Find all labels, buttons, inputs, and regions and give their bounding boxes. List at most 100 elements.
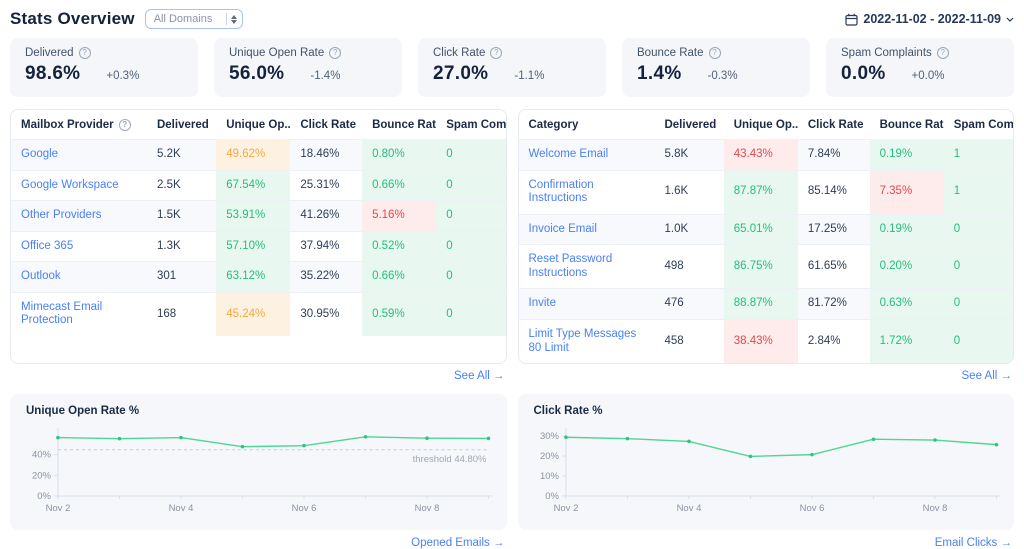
cell-value: 168 <box>147 292 216 336</box>
mailbox-provider-panel: Mailbox Provider?DeliveredUnique Op...Cl… <box>10 109 507 384</box>
svg-text:30%: 30% <box>539 431 559 442</box>
table-row: Office 3651.3K57.10%37.94%0.52%0 <box>11 231 506 262</box>
cell-value: 2.5K <box>147 170 216 201</box>
cell-value: 0 <box>944 245 1013 289</box>
stat-card-unique-open-rate: Unique Open Rate? 56.0%-1.4% <box>214 38 402 97</box>
cell-value: 88.87% <box>724 289 798 320</box>
stat-delta: +0.3% <box>106 70 139 82</box>
cell-value: 0.66% <box>362 170 436 201</box>
svg-text:Nov 8: Nov 8 <box>415 503 440 514</box>
column-header-1: Delivered <box>654 110 723 140</box>
row-label-link[interactable]: Invite <box>519 289 655 320</box>
cell-value: 476 <box>654 289 723 320</box>
stat-card-spam-complaints: Spam Complaints? 0.0%+0.0% <box>826 38 1014 97</box>
help-circle-icon[interactable]: ? <box>937 47 949 59</box>
svg-text:Nov 2: Nov 2 <box>553 503 578 514</box>
row-label-link[interactable]: Google Workspace <box>11 170 147 201</box>
cell-value: 0 <box>944 319 1013 363</box>
row-label-link[interactable]: Invoice Email <box>519 214 655 245</box>
domain-select[interactable]: All Domains <box>145 9 243 29</box>
column-header-2: Unique Op... <box>216 110 290 140</box>
charts-row: Unique Open Rate % 0%20%40%Nov 2Nov 4Nov… <box>8 384 1016 549</box>
svg-text:10%: 10% <box>539 471 559 482</box>
svg-text:Nov 6: Nov 6 <box>799 503 824 514</box>
category-table: CategoryDeliveredUnique Op...Click RateB… <box>519 110 1014 363</box>
cell-value: 7.84% <box>798 140 870 171</box>
row-label-link[interactable]: Google <box>11 140 147 171</box>
cell-value: 0.59% <box>362 292 436 336</box>
stat-value: 27.0% <box>433 63 488 85</box>
table-row: Google5.2K49.62%18.46%0.80%0 <box>11 140 506 171</box>
stat-cards-row: Delivered? 98.6%+0.3% Unique Open Rate? … <box>8 38 1016 97</box>
help-circle-icon[interactable]: ? <box>119 119 131 131</box>
stat-value: 1.4% <box>637 63 682 85</box>
see-all-row: See All → <box>10 364 507 384</box>
cell-value: 25.31% <box>290 170 362 201</box>
chart-title: Click Rate % <box>534 405 1005 417</box>
stat-delta: +0.0% <box>912 70 945 82</box>
table-row: Other Providers1.5K53.91%41.26%5.16%0 <box>11 201 506 232</box>
row-label-link[interactable]: Office 365 <box>11 231 147 262</box>
email-clicks-link[interactable]: Email Clicks → <box>935 537 1012 549</box>
svg-text:0%: 0% <box>37 491 51 502</box>
cell-value: 1 <box>944 140 1013 171</box>
cell-value: 18.46% <box>290 140 362 171</box>
cell-value: 7.35% <box>870 170 944 214</box>
cell-value: 1.3K <box>147 231 216 262</box>
column-header-4: Bounce Rate <box>362 110 436 140</box>
table-row: Reset Password Instructions49886.75%61.6… <box>519 245 1014 289</box>
column-header-label: Mailbox Provider <box>21 119 114 131</box>
help-circle-icon[interactable]: ? <box>329 47 341 59</box>
row-label-link[interactable]: Welcome Email <box>519 140 655 171</box>
table-row: Mimecast Email Protection16845.24%30.95%… <box>11 292 506 336</box>
svg-text:40%: 40% <box>32 450 52 461</box>
cell-value: 1.5K <box>147 201 216 232</box>
row-label-link[interactable]: Outlook <box>11 262 147 293</box>
row-label-link[interactable]: Other Providers <box>11 201 147 232</box>
see-all-link[interactable]: See All → <box>454 370 505 382</box>
cell-value: 0 <box>436 140 505 171</box>
cell-value: 45.24% <box>216 292 290 336</box>
table-row: Welcome Email5.8K43.43%7.84%0.19%1 <box>519 140 1014 171</box>
domain-select-value: All Domains <box>154 13 222 25</box>
cell-value: 5.16% <box>362 201 436 232</box>
select-divider <box>226 13 227 25</box>
category-table-card: CategoryDeliveredUnique Op...Click RateB… <box>518 109 1015 364</box>
column-header-1: Delivered <box>147 110 216 140</box>
help-circle-icon[interactable]: ? <box>709 47 721 59</box>
calendar-icon <box>845 13 858 26</box>
cell-value: 81.72% <box>798 289 870 320</box>
cell-value: 0 <box>436 231 505 262</box>
table-row: Invoice Email1.0K65.01%17.25%0.19%0 <box>519 214 1014 245</box>
opened-emails-link[interactable]: Opened Emails → <box>411 537 504 549</box>
stat-card-delivered: Delivered? 98.6%+0.3% <box>10 38 198 97</box>
table-row: Confirmation Instructions1.6K87.87%85.14… <box>519 170 1014 214</box>
stat-delta: -1.1% <box>514 70 544 82</box>
row-label-link[interactable]: Confirmation Instructions <box>519 170 655 214</box>
stat-value: 0.0% <box>841 63 886 85</box>
cell-value: 17.25% <box>798 214 870 245</box>
row-label-link[interactable]: Mimecast Email Protection <box>11 292 147 336</box>
column-header-5: Spam Compl... <box>944 110 1013 140</box>
see-all-link[interactable]: See All → <box>962 370 1013 382</box>
stat-value: 98.6% <box>25 63 80 85</box>
svg-text:20%: 20% <box>539 451 559 462</box>
svg-text:Nov 6: Nov 6 <box>292 503 317 514</box>
stat-card-click-rate: Click Rate? 27.0%-1.1% <box>418 38 606 97</box>
row-label-link[interactable]: Limit Type Messages 80 Limit <box>519 319 655 363</box>
cell-value: 1.0K <box>654 214 723 245</box>
help-circle-icon[interactable]: ? <box>490 47 502 59</box>
cell-value: 1 <box>944 170 1013 214</box>
help-circle-icon[interactable]: ? <box>79 47 91 59</box>
cell-value: 43.43% <box>724 140 798 171</box>
cell-value: 0 <box>436 170 505 201</box>
column-header-5: Spam Compl... <box>436 110 505 140</box>
column-header-4: Bounce Rate <box>870 110 944 140</box>
date-range-picker[interactable]: 2022-11-02 - 2022-11-09 <box>845 12 1014 26</box>
cell-value: 5.8K <box>654 140 723 171</box>
row-label-link[interactable]: Reset Password Instructions <box>519 245 655 289</box>
stat-value: 56.0% <box>229 63 284 85</box>
cell-value: 2.84% <box>798 319 870 363</box>
click-rate-chart-panel: Click Rate % 0%10%20%30%Nov 2Nov 4Nov 6N… <box>518 394 1015 549</box>
cell-value: 65.01% <box>724 214 798 245</box>
